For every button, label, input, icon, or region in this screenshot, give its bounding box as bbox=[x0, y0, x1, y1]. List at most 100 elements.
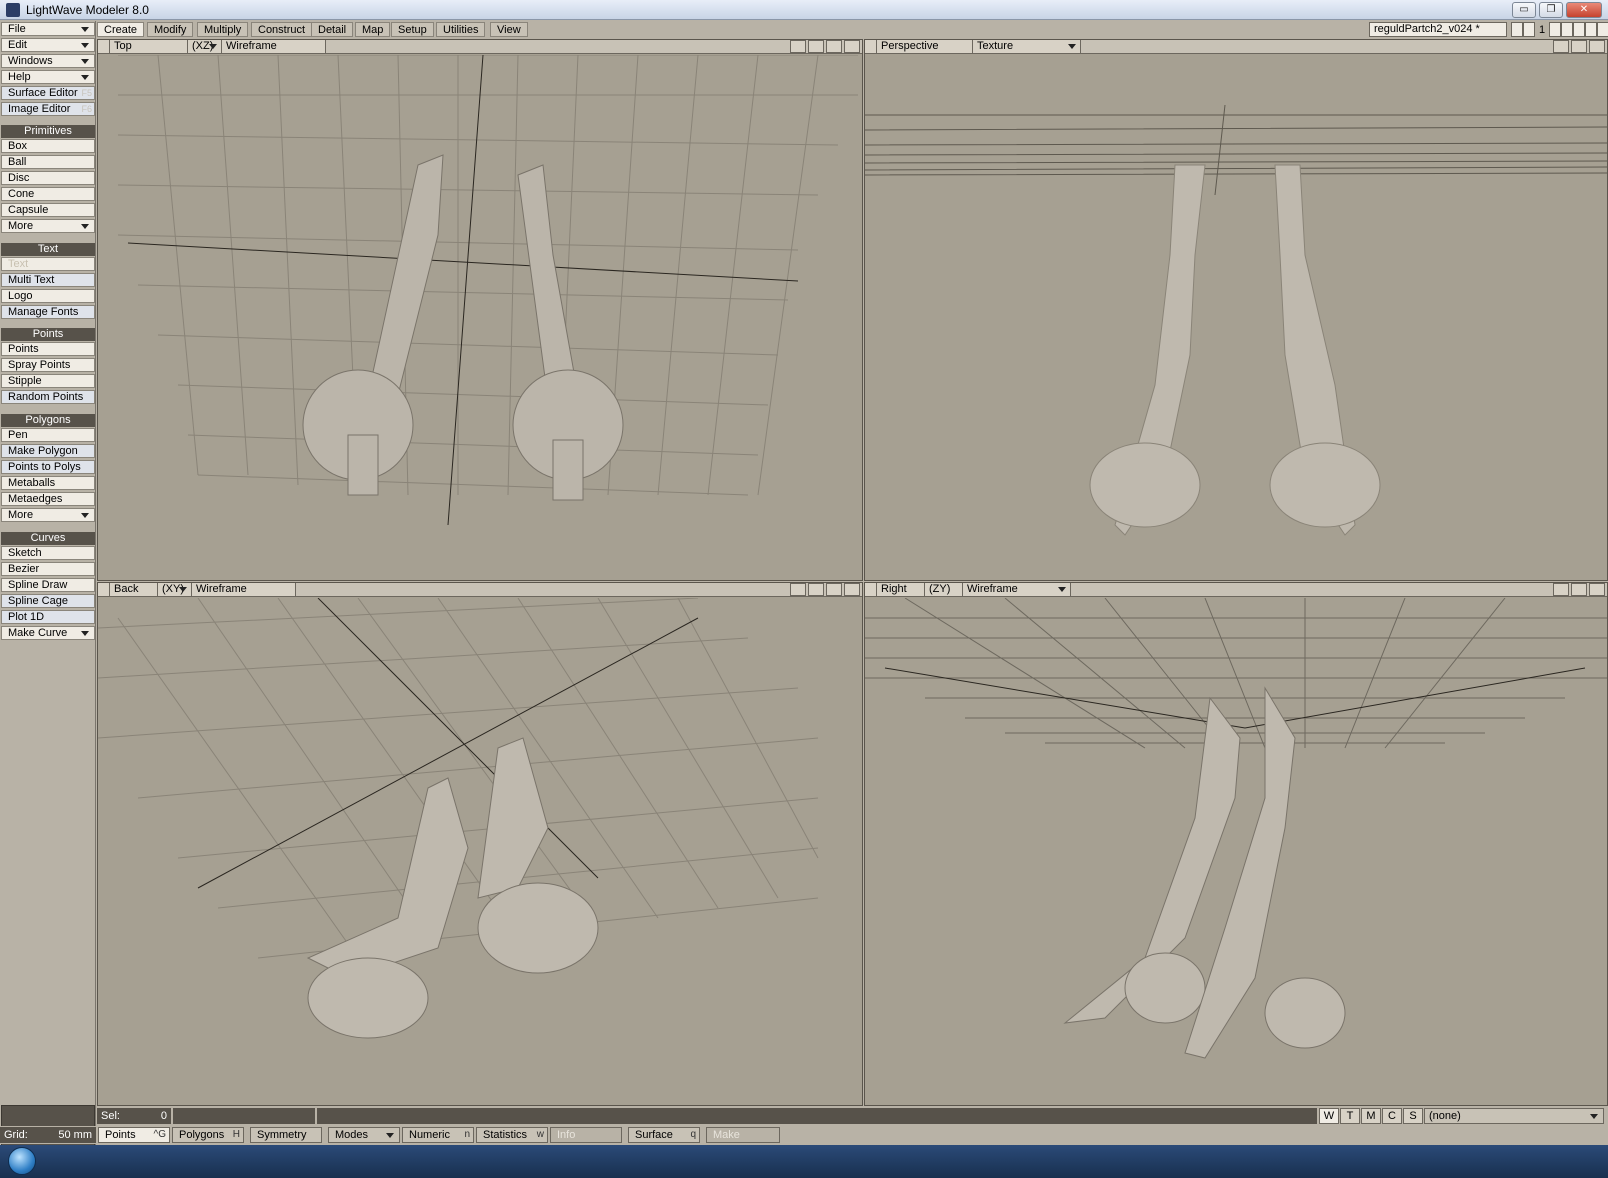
spline-draw-tool[interactable]: Spline Draw bbox=[1, 578, 95, 592]
primitives-more-menu[interactable]: More bbox=[1, 219, 95, 233]
help-menu[interactable]: Help bbox=[1, 70, 95, 84]
file-menu[interactable]: File bbox=[1, 22, 95, 36]
random-points-tool[interactable]: Random Points bbox=[1, 390, 95, 404]
edit-menu[interactable]: Edit bbox=[1, 38, 95, 52]
tab-utilities[interactable]: Utilities bbox=[436, 22, 486, 37]
selection-set-toggle[interactable]: S bbox=[1403, 1108, 1423, 1124]
move-view-icon[interactable] bbox=[790, 583, 806, 596]
render-mode-select[interactable]: Wireframe bbox=[222, 40, 326, 53]
plot-1d-tool[interactable]: Plot 1D bbox=[1, 610, 95, 624]
maximize-view-icon[interactable] bbox=[844, 40, 860, 53]
polygons-mode-button[interactable]: Polygons H bbox=[172, 1127, 244, 1143]
rotate-view-icon[interactable] bbox=[808, 40, 824, 53]
statistics-button[interactable]: Statistics w bbox=[476, 1127, 548, 1143]
make-polygon-button[interactable]: Make Polygon bbox=[1, 444, 95, 458]
tab-map[interactable]: Map bbox=[355, 22, 391, 37]
viewport-perspective[interactable]: Perspective Texture bbox=[864, 39, 1608, 581]
zoom-view-icon[interactable] bbox=[1571, 40, 1587, 53]
logo-tool[interactable]: Logo bbox=[1, 289, 95, 303]
tab-multiply[interactable]: Multiply bbox=[197, 22, 249, 37]
rotate-view-icon[interactable] bbox=[1553, 583, 1569, 596]
modes-menu[interactable]: Modes bbox=[328, 1127, 400, 1143]
view-type-select[interactable]: Back bbox=[110, 583, 158, 596]
view-type-select[interactable]: Top bbox=[110, 40, 188, 53]
vmap-select[interactable]: (none) bbox=[1424, 1108, 1604, 1124]
viewport-maximize[interactable] bbox=[98, 583, 110, 596]
spline-cage-tool[interactable]: Spline Cage bbox=[1, 594, 95, 608]
move-view-icon[interactable] bbox=[790, 40, 806, 53]
zoom-view-icon[interactable] bbox=[826, 40, 842, 53]
polygons-more-menu[interactable]: More bbox=[1, 508, 95, 522]
render-mode-select[interactable]: Wireframe bbox=[192, 583, 296, 596]
viewport-right[interactable]: Right (ZY) Wireframe bbox=[864, 582, 1608, 1106]
surface-editor-button[interactable]: Surface Editor F5 bbox=[1, 86, 95, 100]
zoom-view-icon[interactable] bbox=[1571, 583, 1587, 596]
rotate-view-icon[interactable] bbox=[808, 583, 824, 596]
windows-menu[interactable]: Windows bbox=[1, 54, 95, 68]
points-to-polys-button[interactable]: Points to Polys bbox=[1, 460, 95, 474]
symmetry-toggle[interactable]: Symmetry bbox=[250, 1127, 322, 1143]
surface-button[interactable]: Surface q bbox=[628, 1127, 700, 1143]
text-tool[interactable]: Text bbox=[1, 257, 95, 271]
view-type-select[interactable]: Perspective bbox=[877, 40, 973, 53]
color-map-toggle[interactable]: C bbox=[1382, 1108, 1402, 1124]
box-tool[interactable]: Box bbox=[1, 139, 95, 153]
tab-view[interactable]: View bbox=[490, 22, 528, 37]
pen-tool[interactable]: Pen bbox=[1, 428, 95, 442]
points-tool[interactable]: Points bbox=[1, 342, 95, 356]
maximize-view-icon[interactable] bbox=[1589, 583, 1605, 596]
spray-points-tool[interactable]: Spray Points bbox=[1, 358, 95, 372]
weight-map-toggle[interactable]: W bbox=[1319, 1108, 1339, 1124]
viewport-maximize[interactable] bbox=[98, 40, 110, 53]
maximize-view-icon[interactable] bbox=[844, 583, 860, 596]
viewport-top[interactable]: Top (XZ) Wireframe bbox=[97, 39, 863, 581]
layer-cell[interactable] bbox=[1573, 22, 1586, 37]
tab-modify[interactable]: Modify bbox=[147, 22, 194, 37]
metaballs-tool[interactable]: Metaballs bbox=[1, 476, 95, 490]
metaedges-tool[interactable]: Metaedges bbox=[1, 492, 95, 506]
layer-cell[interactable] bbox=[1597, 22, 1608, 37]
render-mode-select[interactable]: Texture bbox=[973, 40, 1081, 53]
tab-create[interactable]: Create bbox=[97, 22, 145, 37]
stipple-tool[interactable]: Stipple bbox=[1, 374, 95, 388]
numeric-button[interactable]: Numeric n bbox=[402, 1127, 474, 1143]
tab-setup[interactable]: Setup bbox=[391, 22, 434, 37]
morph-map-toggle[interactable]: M bbox=[1361, 1108, 1381, 1124]
sketch-tool[interactable]: Sketch bbox=[1, 546, 95, 560]
layer-toggle[interactable] bbox=[1511, 22, 1523, 37]
viewport-back[interactable]: Back (XY) Wireframe bbox=[97, 582, 863, 1106]
bezier-tool[interactable]: Bezier bbox=[1, 562, 95, 576]
cone-tool[interactable]: Cone bbox=[1, 187, 95, 201]
viewport-maximize[interactable] bbox=[865, 40, 877, 53]
layer-toggle[interactable] bbox=[1523, 22, 1535, 37]
axis-select[interactable]: (XZ) bbox=[188, 40, 222, 53]
make-curve-menu[interactable]: Make Curve bbox=[1, 626, 95, 640]
minimize-button[interactable]: ▭ bbox=[1512, 2, 1536, 18]
object-name-field[interactable]: reguldPartch2_v024 * bbox=[1369, 22, 1507, 37]
close-button[interactable]: ✕ bbox=[1566, 2, 1602, 18]
info-button[interactable]: Info bbox=[550, 1127, 622, 1143]
points-mode-button[interactable]: Points ^G bbox=[98, 1127, 170, 1143]
viewport-maximize[interactable] bbox=[865, 583, 877, 596]
image-editor-button[interactable]: Image Editor F6 bbox=[1, 102, 95, 116]
multi-text-tool[interactable]: Multi Text bbox=[1, 273, 95, 287]
disc-tool[interactable]: Disc bbox=[1, 171, 95, 185]
tab-construct[interactable]: Construct bbox=[251, 22, 313, 37]
make-button[interactable]: Make bbox=[706, 1127, 780, 1143]
layer-cell[interactable] bbox=[1561, 22, 1574, 37]
zoom-view-icon[interactable] bbox=[826, 583, 842, 596]
axis-select[interactable]: (ZY) bbox=[925, 583, 963, 596]
start-orb-icon[interactable] bbox=[8, 1147, 36, 1175]
capsule-tool[interactable]: Capsule bbox=[1, 203, 95, 217]
manage-fonts-button[interactable]: Manage Fonts bbox=[1, 305, 95, 319]
render-mode-select[interactable]: Wireframe bbox=[963, 583, 1071, 596]
view-type-select[interactable]: Right bbox=[877, 583, 925, 596]
maximize-button[interactable]: ❐ bbox=[1539, 2, 1563, 18]
maximize-view-icon[interactable] bbox=[1589, 40, 1605, 53]
tab-detail[interactable]: Detail bbox=[311, 22, 354, 37]
layer-cell[interactable] bbox=[1585, 22, 1598, 37]
texture-map-toggle[interactable]: T bbox=[1340, 1108, 1360, 1124]
layer-cell[interactable] bbox=[1549, 22, 1562, 37]
ball-tool[interactable]: Ball bbox=[1, 155, 95, 169]
rotate-view-icon[interactable] bbox=[1553, 40, 1569, 53]
